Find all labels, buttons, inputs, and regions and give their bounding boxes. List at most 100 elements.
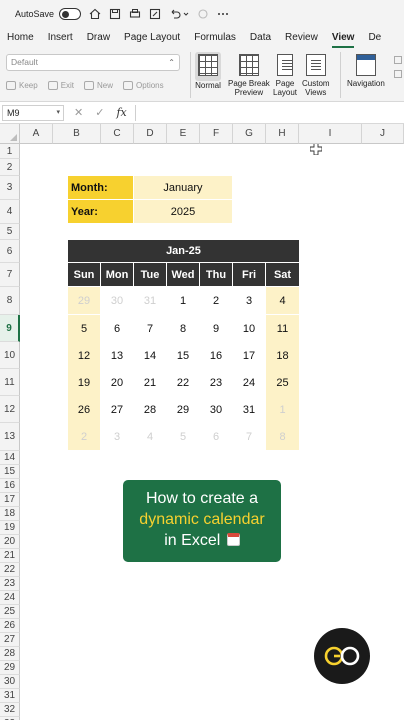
column-header-f[interactable]: F [200,124,233,144]
keep-button[interactable]: Keep [6,81,38,90]
row-header-18[interactable]: 18 [0,507,20,521]
tab-formulas[interactable]: Formulas [187,28,243,48]
row-header-9[interactable]: 9 [0,315,20,342]
calendar-date-cell[interactable]: 23 [200,369,232,396]
headings-checkbox[interactable] [394,70,402,78]
calendar-date-cell[interactable]: 3 [233,287,265,314]
row-header-2[interactable]: 2 [0,159,20,176]
row-header-21[interactable]: 21 [0,549,20,563]
gridlines-checkbox[interactable] [394,56,402,64]
calendar-date-cell[interactable]: 5 [68,315,100,342]
row-header-10[interactable]: 10 [0,342,20,369]
save-icon[interactable] [109,8,121,20]
calendar-date-cell[interactable]: 25 [266,369,299,396]
year-value-cell[interactable]: 2025 [134,200,232,223]
calendar-title[interactable]: Jan-25 [68,240,299,262]
row-header-6[interactable]: 6 [0,240,20,263]
undo-icon[interactable] [169,8,181,20]
calendar-date-cell[interactable]: 15 [167,342,199,369]
calendar-date-cell[interactable]: 19 [68,369,100,396]
calendar-date-cell[interactable]: 2 [200,287,232,314]
calendar-date-cell[interactable]: 21 [134,369,166,396]
calendar-date-cell[interactable]: 22 [167,369,199,396]
row-header-23[interactable]: 23 [0,577,20,591]
calendar-date-cell[interactable]: 27 [101,396,133,423]
calendar-date-cell[interactable]: 2 [68,423,100,450]
tab-draw[interactable]: Draw [80,28,117,48]
calendar-date-cell[interactable]: 16 [200,342,232,369]
more-icon[interactable] [217,8,229,20]
undo-dropdown-icon[interactable] [183,8,189,20]
month-value-cell[interactable]: January [134,176,232,199]
row-header-22[interactable]: 22 [0,563,20,577]
calendar-date-cell[interactable]: 29 [68,287,100,314]
calendar-date-cell[interactable]: 8 [266,423,299,450]
tab-page-layout[interactable]: Page Layout [117,28,187,48]
month-label-cell[interactable]: Month: [68,176,133,199]
column-header-c[interactable]: C [101,124,134,144]
tab-home[interactable]: Home [0,28,41,48]
row-header-11[interactable]: 11 [0,369,20,396]
calendar-date-cell[interactable]: 26 [68,396,100,423]
exit-button[interactable]: Exit [47,81,74,90]
column-header-b[interactable]: B [53,124,101,144]
row-header-30[interactable]: 30 [0,675,20,689]
calendar-date-cell[interactable]: 6 [101,315,133,342]
calendar-date-cell[interactable]: 10 [233,315,265,342]
row-header-4[interactable]: 4 [0,200,20,224]
calendar-date-cell[interactable]: 24 [233,369,265,396]
select-all-corner[interactable] [0,124,20,144]
edit-icon[interactable] [149,8,161,20]
insert-function-icon[interactable]: fx [116,106,126,119]
calendar-date-cell[interactable]: 5 [167,423,199,450]
row-header-26[interactable]: 26 [0,619,20,633]
normal-view-button[interactable]: Normal [195,52,221,90]
print-icon[interactable] [129,8,141,20]
name-box[interactable]: M9 ▾ [2,104,64,121]
row-header-27[interactable]: 27 [0,633,20,647]
row-header-20[interactable]: 20 [0,535,20,549]
column-header-j[interactable]: J [362,124,404,144]
column-header-e[interactable]: E [167,124,200,144]
column-header-a[interactable]: A [20,124,53,144]
calendar-date-cell[interactable]: 7 [233,423,265,450]
row-header-31[interactable]: 31 [0,689,20,703]
column-header-h[interactable]: H [266,124,299,144]
calendar-date-cell[interactable]: 1 [266,396,299,423]
calendar-date-cell[interactable]: 31 [134,287,166,314]
calendar-date-cell[interactable]: 17 [233,342,265,369]
calendar-date-cell[interactable]: 18 [266,342,299,369]
calendar-date-cell[interactable]: 6 [200,423,232,450]
sheet-view-select[interactable]: Default ⌃ [6,54,180,71]
row-header-25[interactable]: 25 [0,605,20,619]
row-header-16[interactable]: 16 [0,479,20,493]
row-header-13[interactable]: 13 [0,423,20,451]
row-header-1[interactable]: 1 [0,144,20,159]
calendar-date-cell[interactable]: 7 [134,315,166,342]
page-break-preview-button[interactable]: Page Break Preview [228,52,270,97]
calendar-date-cell[interactable]: 13 [101,342,133,369]
row-header-7[interactable]: 7 [0,263,20,287]
calendar-date-cell[interactable]: 28 [134,396,166,423]
row-header-17[interactable]: 17 [0,493,20,507]
new-button[interactable]: New [84,81,113,90]
calendar-date-cell[interactable]: 1 [167,287,199,314]
calendar-date-cell[interactable]: 30 [101,287,133,314]
navigation-button[interactable]: Navigation [347,52,385,88]
calendar-date-cell[interactable]: 11 [266,315,299,342]
options-button[interactable]: Options [123,81,164,90]
tab-review[interactable]: Review [278,28,325,48]
tab-de[interactable]: De [361,28,388,48]
row-header-19[interactable]: 19 [0,521,20,535]
page-layout-button[interactable]: Page Layout [273,52,297,97]
home-icon[interactable] [89,8,101,20]
calendar-date-cell[interactable]: 14 [134,342,166,369]
calendar-date-cell[interactable]: 4 [134,423,166,450]
column-header-d[interactable]: D [134,124,167,144]
tab-view[interactable]: View [325,28,362,48]
worksheet-grid[interactable]: Month: January Year: 2025 Jan-25 How to … [0,124,404,720]
column-header-g[interactable]: G [233,124,266,144]
calendar-date-cell[interactable]: 30 [200,396,232,423]
calendar-date-cell[interactable]: 3 [101,423,133,450]
calendar-date-cell[interactable]: 20 [101,369,133,396]
